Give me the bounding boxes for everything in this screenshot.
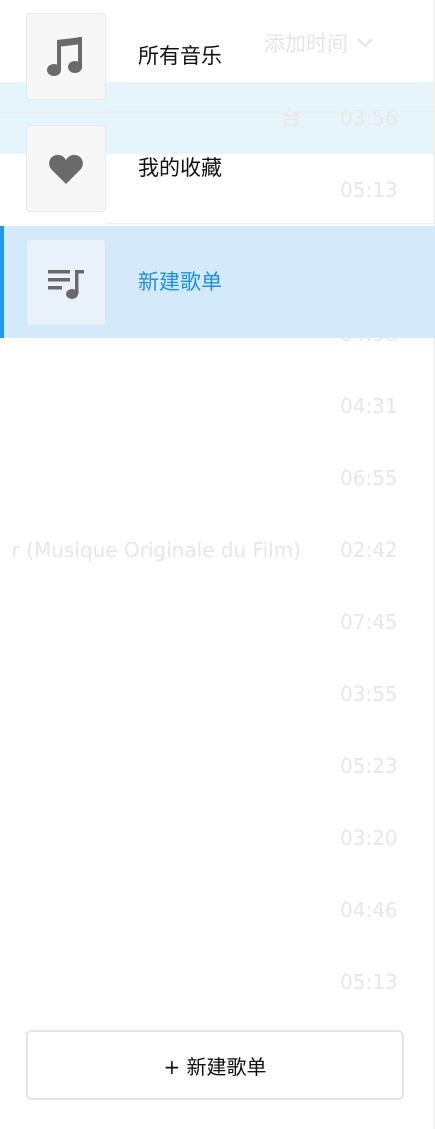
song-title: r (Musique Originale du Film) bbox=[11, 538, 301, 562]
song-duration: 03:20 bbox=[340, 826, 398, 850]
active-indicator bbox=[0, 226, 4, 338]
song-row[interactable]: 07:45 bbox=[0, 586, 435, 658]
song-duration: 03:55 bbox=[340, 682, 398, 706]
menu-item-all-music[interactable]: 所有音乐 bbox=[0, 0, 435, 112]
song-duration: 06:55 bbox=[340, 466, 398, 490]
song-row[interactable]: 06:55 bbox=[0, 442, 435, 514]
song-duration: 02:42 bbox=[340, 538, 398, 562]
song-row[interactable]: 05:13 bbox=[0, 946, 435, 1018]
song-row[interactable]: r (Musique Originale du Film) 02:42 bbox=[0, 514, 435, 586]
menu-item-favorites[interactable]: 我的收藏 bbox=[0, 112, 435, 224]
song-duration: 05:13 bbox=[340, 970, 398, 994]
song-duration: 05:23 bbox=[340, 754, 398, 778]
playlist-icon bbox=[48, 269, 84, 299]
heart-icon bbox=[49, 154, 83, 184]
new-playlist-button[interactable]: + 新建歌单 bbox=[26, 1030, 404, 1100]
menu-item-label: 我的收藏 bbox=[138, 156, 222, 180]
song-row[interactable]: 03:20 bbox=[0, 802, 435, 874]
song-row[interactable]: 03:55 bbox=[0, 658, 435, 730]
icon-tile bbox=[26, 125, 106, 212]
song-row[interactable]: 05:23 bbox=[0, 730, 435, 802]
song-duration: 07:45 bbox=[340, 610, 398, 634]
music-note-icon bbox=[47, 36, 82, 76]
icon-tile bbox=[26, 13, 106, 100]
song-row[interactable]: 04:31 bbox=[0, 370, 435, 442]
menu-divider bbox=[105, 223, 435, 224]
song-duration: 04:31 bbox=[340, 394, 398, 418]
menu-item-new-playlist[interactable]: 新建歌单 bbox=[0, 226, 435, 338]
menu-item-label: 新建歌单 bbox=[138, 270, 222, 294]
song-row[interactable]: 04:46 bbox=[0, 874, 435, 946]
menu-item-label: 所有音乐 bbox=[138, 44, 222, 68]
song-duration: 04:46 bbox=[340, 898, 398, 922]
icon-tile bbox=[26, 239, 106, 326]
playlist-panel: 添加时间 台03:5605:1304:4304:5804:3106:55r (M… bbox=[0, 0, 435, 1129]
